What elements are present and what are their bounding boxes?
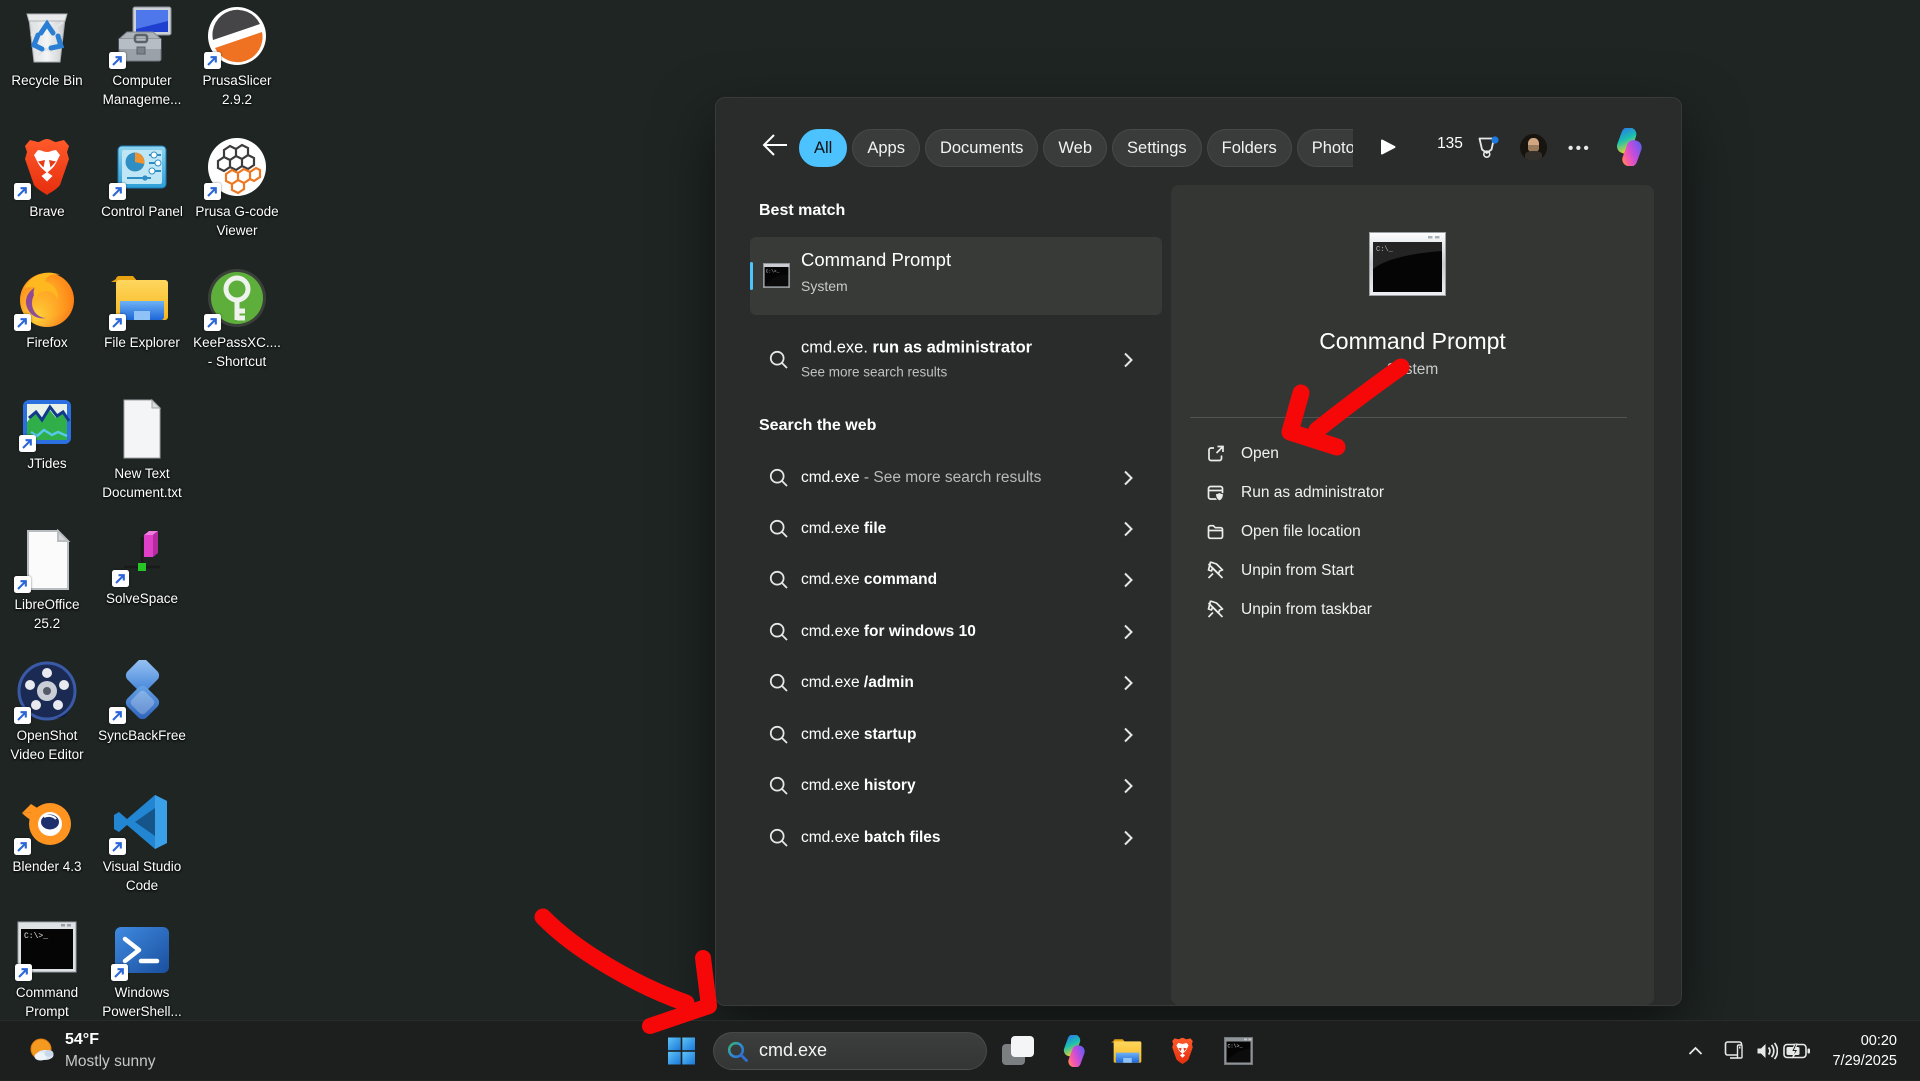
svg-text:C:\_: C:\_ <box>1376 246 1394 254</box>
svg-text:C:\>_: C:\>_ <box>766 269 780 275</box>
svg-text:C:\>_: C:\>_ <box>1228 1043 1244 1049</box>
svg-text:C:\>_: C:\>_ <box>24 932 48 941</box>
